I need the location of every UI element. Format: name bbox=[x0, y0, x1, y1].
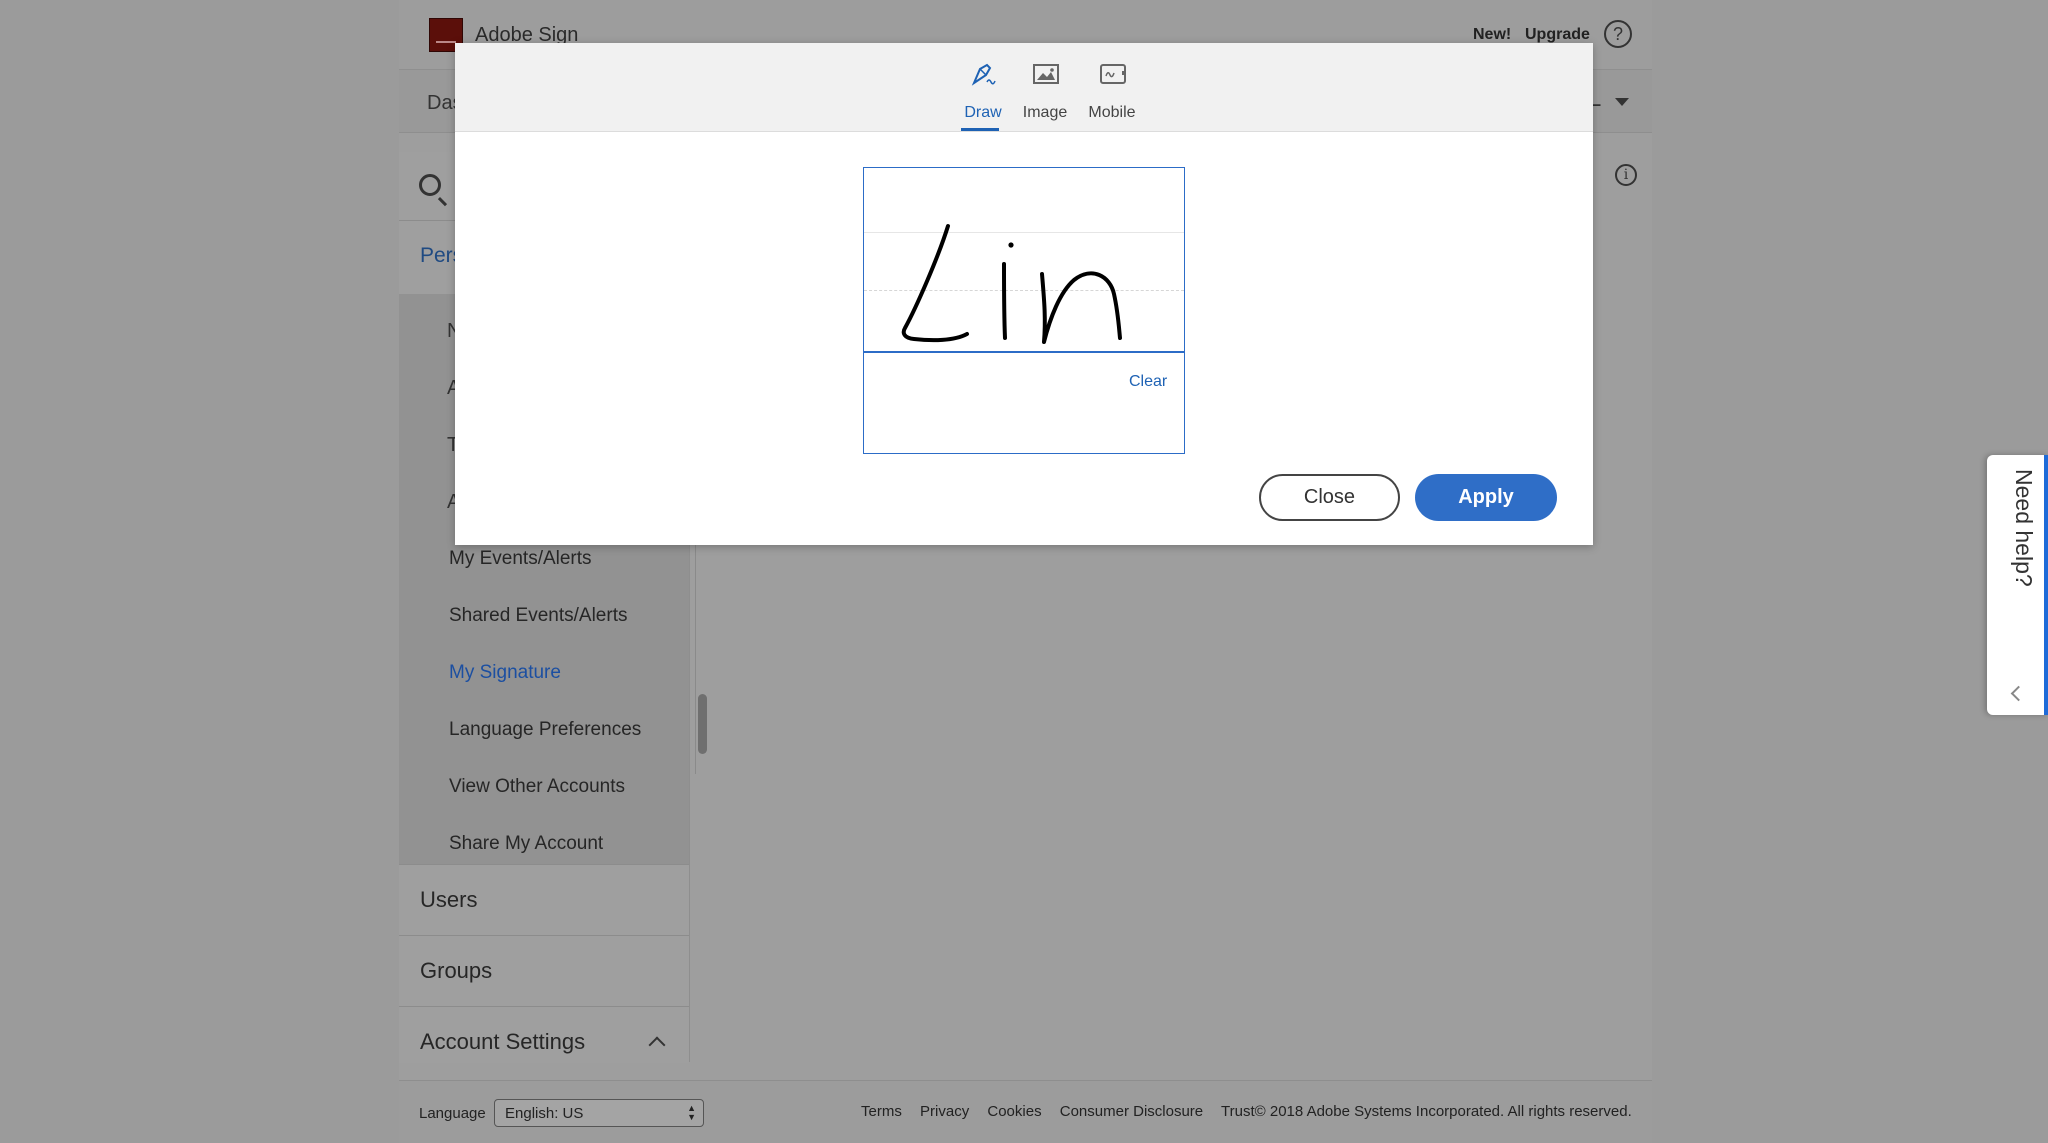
help-icon[interactable]: ? bbox=[1604, 20, 1632, 48]
chevron-up-icon[interactable] bbox=[648, 1036, 666, 1054]
footer-link-terms[interactable]: Terms bbox=[861, 1103, 902, 1120]
sidebar-section-label: Account Settings bbox=[420, 1029, 586, 1054]
footer-copyright: Trust© 2018 Adobe Systems Incorporated. … bbox=[1221, 1103, 1632, 1120]
scrollbar-thumb[interactable] bbox=[698, 694, 707, 754]
signature-baseline bbox=[864, 351, 1184, 353]
close-button[interactable]: Close bbox=[1259, 474, 1400, 521]
language-label: Language bbox=[419, 1105, 486, 1122]
apply-button[interactable]: Apply bbox=[1415, 474, 1557, 521]
tab-label: Mobile bbox=[1088, 104, 1136, 121]
sidebar-section-label: Groups bbox=[420, 958, 493, 983]
sidebar-section-label: Users bbox=[420, 887, 478, 912]
sidebar-section-groups[interactable]: Groups bbox=[399, 935, 689, 1006]
signature-dialog-tabs: Draw Image Mobile bbox=[455, 43, 1593, 132]
search-icon[interactable] bbox=[419, 174, 441, 196]
sidebar-item-view-other-accounts[interactable]: View Other Accounts bbox=[449, 776, 625, 798]
need-help-panel[interactable]: Need help? bbox=[1987, 455, 2048, 715]
tab-mobile[interactable]: Mobile bbox=[1082, 51, 1142, 131]
need-help-label: Need help? bbox=[2011, 469, 2037, 587]
sidebar-section-account-settings[interactable]: Account Settings bbox=[399, 1006, 689, 1063]
pen-icon bbox=[971, 63, 996, 86]
mobile-icon bbox=[1100, 64, 1126, 84]
upgrade-link[interactable]: Upgrade bbox=[1525, 26, 1590, 44]
sidebar-item-share-my-account[interactable]: Share My Account bbox=[449, 833, 603, 855]
tab-draw[interactable]: Draw bbox=[953, 51, 1013, 131]
select-arrows-icon: ▲ ▼ bbox=[687, 1103, 696, 1122]
tab-label: Draw bbox=[964, 104, 1002, 121]
tab-image[interactable]: Image bbox=[1015, 51, 1075, 131]
language-select-value: English: US bbox=[505, 1105, 584, 1122]
sidebar-section-users[interactable]: Users bbox=[399, 864, 689, 935]
info-icon[interactable]: i bbox=[1615, 164, 1637, 186]
new-badge: New! bbox=[1473, 26, 1512, 43]
sidebar-item-language-preferences[interactable]: Language Preferences bbox=[449, 719, 641, 741]
footer: Language English: US ▲ ▼ Terms Privacy Co… bbox=[399, 1080, 1652, 1143]
footer-link-cookies[interactable]: Cookies bbox=[987, 1103, 1041, 1120]
footer-links: Terms Privacy Cookies Consumer Disclosur… bbox=[861, 1103, 1646, 1120]
need-help-accent bbox=[2044, 455, 2048, 715]
signature-canvas[interactable]: Clear bbox=[863, 167, 1185, 454]
sidebar-item-my-events-alerts[interactable]: My Events/Alerts bbox=[449, 548, 592, 570]
sidebar-scrollbar[interactable] bbox=[695, 542, 708, 774]
chevron-left-icon[interactable] bbox=[2010, 685, 2027, 702]
sidebar-item-shared-events-alerts[interactable]: Shared Events/Alerts bbox=[449, 605, 627, 627]
footer-link-consumer-disclosure[interactable]: Consumer Disclosure bbox=[1060, 1103, 1203, 1120]
tab-label: Image bbox=[1022, 104, 1068, 121]
signature-stroke bbox=[901, 224, 1122, 344]
chevron-down-icon[interactable] bbox=[1615, 98, 1629, 106]
signature-dialog: Draw Image Mobile Clear Close Apply bbox=[455, 43, 1593, 545]
language-select[interactable]: English: US ▲ ▼ bbox=[494, 1099, 704, 1127]
image-icon bbox=[1033, 64, 1059, 84]
footer-link-privacy[interactable]: Privacy bbox=[920, 1103, 969, 1120]
sidebar-item-my-signature[interactable]: My Signature bbox=[449, 662, 561, 684]
clear-link[interactable]: Clear bbox=[1129, 373, 1167, 391]
